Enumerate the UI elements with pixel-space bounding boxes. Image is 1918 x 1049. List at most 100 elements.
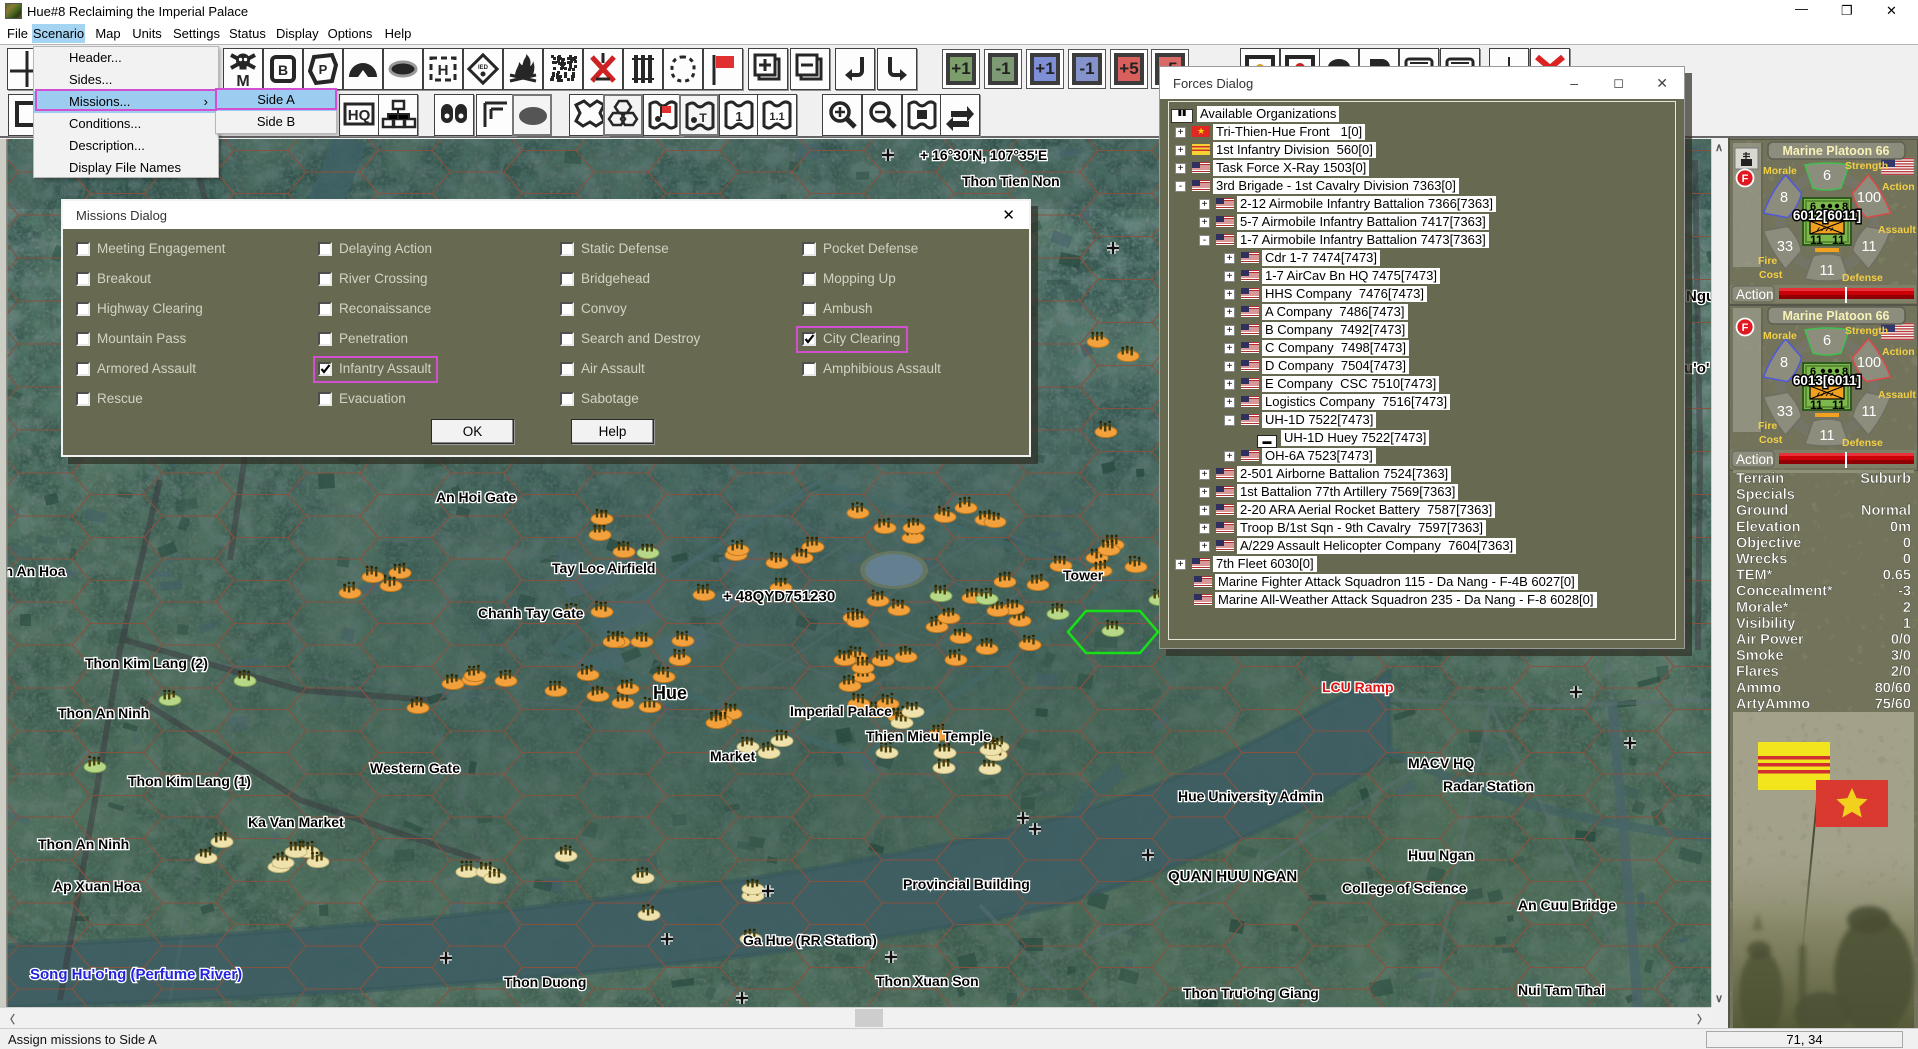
svg-text:Strength: Strength (1845, 325, 1888, 337)
svg-text:M: M (236, 73, 249, 89)
svg-text:Provincial Building: Provincial Building (903, 876, 1030, 892)
svg-text:-3: -3 (1898, 584, 1911, 600)
svg-text:Smoke: Smoke (1736, 648, 1784, 664)
svg-text:Ka Van Market: Ka Van Market (248, 814, 344, 830)
svg-text:Thon Tru'o'ng Giang: Thon Tru'o'ng Giang (1183, 985, 1319, 1001)
svg-text:11: 11 (1819, 428, 1834, 444)
svg-text:Objective: Objective (1736, 535, 1801, 551)
svg-text:Thon Kim Lang (1): Thon Kim Lang (1) (128, 773, 251, 789)
svg-text:Thon Duong: Thon Duong (504, 974, 586, 990)
svg-text:75/60: 75/60 (1875, 696, 1911, 712)
svg-text:Flares: Flares (1736, 664, 1779, 680)
svg-text:0: 0 (1903, 552, 1911, 568)
svg-text:100: 100 (1857, 190, 1881, 206)
svg-text:Action: Action (1882, 181, 1915, 193)
svg-text:Huu Ngan: Huu Ngan (1408, 847, 1474, 863)
svg-text:0.65: 0.65 (1883, 568, 1911, 584)
svg-text:+ 16°30'N, 107°35'E: + 16°30'N, 107°35'E (920, 147, 1047, 163)
svg-text:MACV HQ: MACV HQ (1408, 755, 1474, 771)
svg-text:P: P (319, 62, 328, 77)
svg-text:College of Science: College of Science (1342, 880, 1467, 896)
svg-text:Action: Action (1736, 287, 1774, 302)
svg-text:An Cuu Bridge: An Cuu Bridge (1518, 897, 1616, 913)
svg-text:HQ: HQ (348, 107, 371, 124)
svg-text:Chanh Tay Gate: Chanh Tay Gate (478, 605, 584, 621)
svg-text:33: 33 (1777, 239, 1793, 255)
svg-text:1: 1 (735, 109, 742, 124)
svg-text:80/60: 80/60 (1875, 680, 1911, 696)
svg-text:Marine Platoon 66: Marine Platoon 66 (1783, 309, 1890, 323)
svg-text:Morale*: Morale* (1736, 600, 1789, 616)
svg-text:Marine Platoon 66: Marine Platoon 66 (1783, 144, 1890, 158)
svg-text:2: 2 (1903, 600, 1911, 616)
svg-text:IED: IED (478, 65, 489, 71)
svg-text:Morale: Morale (1763, 330, 1797, 342)
svg-text:Cost: Cost (1759, 269, 1783, 281)
svg-text:on An Hoa: on An Hoa (0, 563, 66, 579)
svg-text:11: 11 (1832, 398, 1845, 412)
svg-text:Hue: Hue (653, 683, 687, 703)
svg-text:0m: 0m (1890, 519, 1911, 535)
svg-text:Defense: Defense (1842, 272, 1883, 284)
svg-text:2/0: 2/0 (1891, 664, 1911, 680)
svg-text:11: 11 (1819, 263, 1834, 279)
svg-text:Ammo: Ammo (1736, 680, 1781, 696)
svg-text:Tay Loc Airfield: Tay Loc Airfield (552, 560, 655, 576)
svg-text:Cost: Cost (1759, 434, 1783, 446)
svg-text:Specials: Specials (1736, 487, 1795, 503)
svg-text:Ap Xuan Hoa: Ap Xuan Hoa (53, 878, 140, 894)
svg-text:11: 11 (1810, 398, 1823, 412)
svg-text:F: F (1742, 322, 1749, 334)
svg-text:B: B (278, 62, 288, 78)
svg-text:11: 11 (1810, 233, 1823, 247)
svg-text:Action: Action (1736, 452, 1774, 467)
svg-text:Fire: Fire (1758, 255, 1777, 267)
svg-text:+ 48QYD751230: + 48QYD751230 (723, 588, 835, 605)
svg-text:Action: Action (1882, 346, 1915, 358)
svg-text:Song Hu'o'ng (Perfume River): Song Hu'o'ng (Perfume River) (30, 966, 242, 983)
svg-text:Thon Tien Non: Thon Tien Non (962, 173, 1060, 189)
svg-text:Thon Kim Lang (2): Thon Kim Lang (2) (85, 655, 208, 671)
svg-text:1: 1 (1903, 616, 1911, 632)
svg-text:11: 11 (1861, 404, 1876, 420)
svg-text:3/0: 3/0 (1891, 648, 1911, 664)
svg-text:Defense: Defense (1842, 437, 1883, 449)
svg-text:Elevation: Elevation (1736, 519, 1800, 535)
svg-text:LCU Ramp: LCU Ramp (1322, 679, 1394, 695)
svg-text:TEM*: TEM* (1736, 568, 1773, 584)
svg-text:100: 100 (1857, 355, 1881, 371)
svg-text:Air Power: Air Power (1736, 632, 1804, 648)
svg-text:Terrain: Terrain (1736, 471, 1784, 487)
svg-text:u'o': u'o' (1684, 360, 1709, 377)
svg-text:Ground: Ground (1736, 503, 1788, 519)
svg-text:6013[6011]: 6013[6011] (1793, 373, 1861, 388)
svg-text:H: H (438, 62, 449, 79)
svg-text:Western Gate: Western Gate (370, 760, 460, 776)
svg-text:Concealment*: Concealment* (1736, 584, 1833, 600)
svg-text:An Hoi Gate: An Hoi Gate (436, 489, 516, 505)
svg-text:Morale: Morale (1763, 165, 1797, 177)
svg-text:Thien Mieu Temple: Thien Mieu Temple (866, 728, 991, 744)
svg-text:Ga Hue (RR Station): Ga Hue (RR Station) (743, 932, 877, 948)
svg-text:6: 6 (1823, 333, 1831, 349)
svg-text:6012[6011]: 6012[6011] (1793, 208, 1861, 223)
svg-text:Normal: Normal (1861, 503, 1911, 519)
svg-text:Tower: Tower (1063, 567, 1104, 583)
svg-text:11: 11 (1861, 239, 1876, 255)
svg-text:T: T (699, 111, 707, 125)
svg-text:Visibility: Visibility (1736, 616, 1795, 632)
svg-text:Strength: Strength (1845, 160, 1888, 172)
svg-text:QUAN HUU NGAN: QUAN HUU NGAN (1168, 868, 1297, 885)
svg-text:Nui Tam Thai: Nui Tam Thai (1518, 982, 1605, 998)
svg-text:Thon An Ninh: Thon An Ninh (58, 705, 149, 721)
svg-text:Assault: Assault (1878, 389, 1916, 401)
svg-text:0: 0 (1903, 535, 1911, 551)
svg-text:6: 6 (1823, 168, 1831, 184)
svg-text:Imperial Palace: Imperial Palace (790, 703, 892, 719)
svg-text:11: 11 (1832, 233, 1845, 247)
svg-text:Wrecks: Wrecks (1736, 552, 1787, 568)
svg-text:Thon An Ninh: Thon An Ninh (38, 836, 129, 852)
svg-text:1.1: 1.1 (769, 111, 784, 123)
svg-text:F: F (1742, 173, 1749, 185)
svg-text:0/0: 0/0 (1891, 632, 1911, 648)
